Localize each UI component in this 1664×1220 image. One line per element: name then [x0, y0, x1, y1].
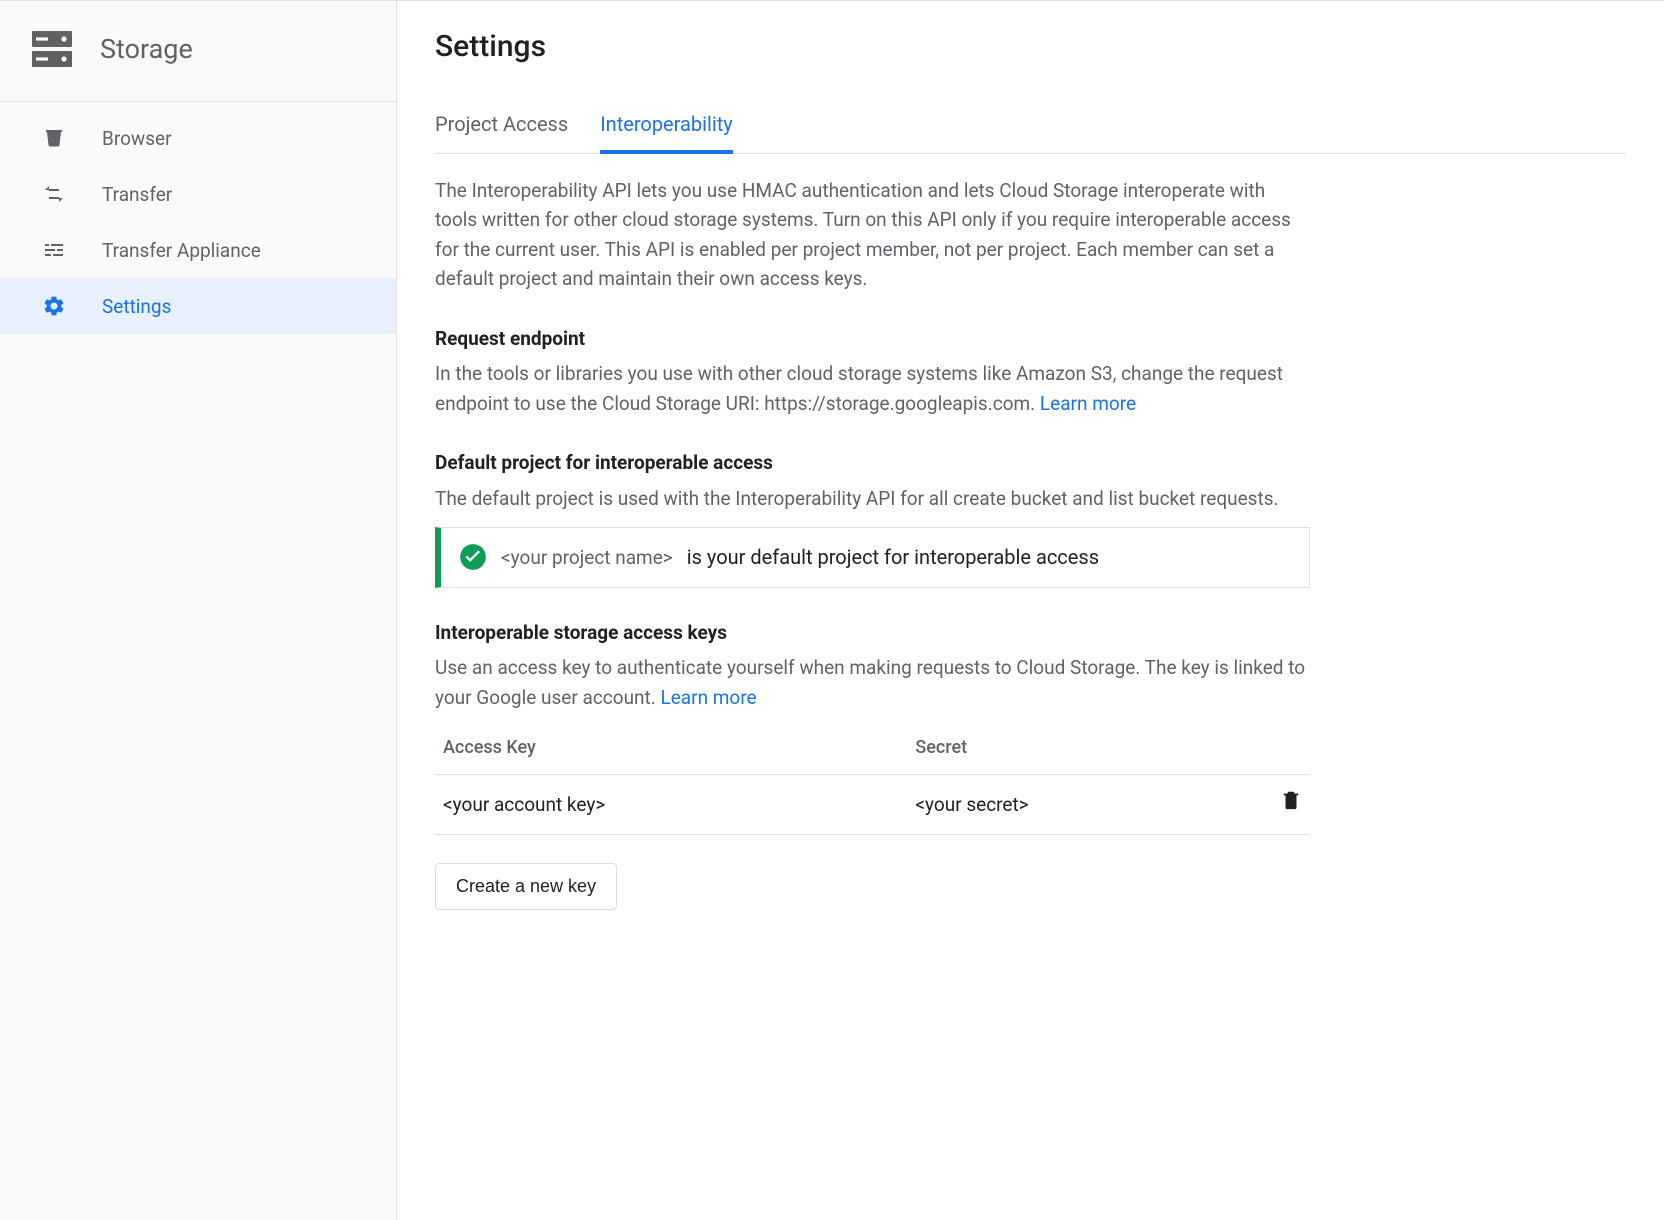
cell-secret: <your secret>: [907, 775, 1250, 834]
col-access-key: Access Key: [435, 722, 907, 774]
main-content: Settings Project Access Interoperability…: [397, 1, 1664, 1220]
access-keys-learn-more-link[interactable]: Learn more: [660, 686, 756, 709]
section-request-endpoint: Request endpoint In the tools or librari…: [435, 324, 1310, 418]
tab-interoperability[interactable]: Interoperability: [600, 112, 733, 154]
check-circle-icon: [459, 543, 487, 571]
tab-project-access[interactable]: Project Access: [435, 112, 568, 154]
sidebar-item-transfer-appliance[interactable]: Transfer Appliance: [0, 222, 396, 278]
sidebar-title: Storage: [100, 33, 193, 65]
table-row: <your account key> <your secret>: [435, 775, 1310, 834]
default-project-heading: Default project for interoperable access: [435, 448, 1310, 477]
cell-actions: [1250, 775, 1310, 834]
request-endpoint-learn-more-link[interactable]: Learn more: [1040, 392, 1136, 415]
default-project-text: The default project is used with the Int…: [435, 484, 1310, 513]
storage-icon: [28, 25, 76, 73]
create-key-button[interactable]: Create a new key: [435, 863, 617, 910]
tabs: Project Access Interoperability: [435, 112, 1626, 154]
access-keys-heading: Interoperable storage access keys: [435, 618, 1310, 647]
trash-icon[interactable]: [1280, 793, 1302, 816]
request-endpoint-text: In the tools or libraries you use with o…: [435, 359, 1310, 418]
sidebar-item-settings[interactable]: Settings: [0, 278, 396, 334]
intro-text: The Interoperability API lets you use HM…: [435, 176, 1310, 294]
section-default-project: Default project for interoperable access…: [435, 448, 1310, 588]
col-actions: [1250, 722, 1310, 774]
default-project-banner: <your project name> is your default proj…: [435, 527, 1310, 588]
sidebar-header: Storage: [0, 1, 396, 102]
sidebar-item-label: Transfer Appliance: [102, 239, 261, 262]
sidebar-nav: Browser Transfer Transfer Appliance Sett…: [0, 102, 396, 334]
arrows-icon: [42, 182, 66, 206]
sidebar-item-label: Browser: [102, 127, 172, 150]
tab-content: The Interoperability API lets you use HM…: [435, 176, 1310, 910]
sidebar-item-label: Transfer: [102, 183, 172, 206]
col-secret: Secret: [907, 722, 1250, 774]
sidebar-item-label: Settings: [102, 295, 171, 318]
access-keys-body: Use an access key to authenticate yourse…: [435, 656, 1305, 708]
banner-message: is your default project for interoperabl…: [687, 542, 1099, 573]
gear-icon: [42, 294, 66, 318]
access-keys-text: Use an access key to authenticate yourse…: [435, 653, 1310, 712]
cell-access-key: <your account key>: [435, 775, 907, 834]
page-title: Settings: [435, 29, 1626, 64]
bucket-icon: [42, 126, 66, 150]
sidebar-item-browser[interactable]: Browser: [0, 110, 396, 166]
request-endpoint-heading: Request endpoint: [435, 324, 1310, 353]
banner-project-name: <your project name>: [501, 543, 673, 572]
sliders-icon: [42, 238, 66, 262]
sidebar: Storage Browser Transfer Transfer Applia…: [0, 1, 397, 1220]
request-endpoint-body: In the tools or libraries you use with o…: [435, 362, 1283, 414]
section-access-keys: Interoperable storage access keys Use an…: [435, 618, 1310, 910]
sidebar-item-transfer[interactable]: Transfer: [0, 166, 396, 222]
access-keys-table: Access Key Secret <your account key> <yo…: [435, 722, 1310, 834]
